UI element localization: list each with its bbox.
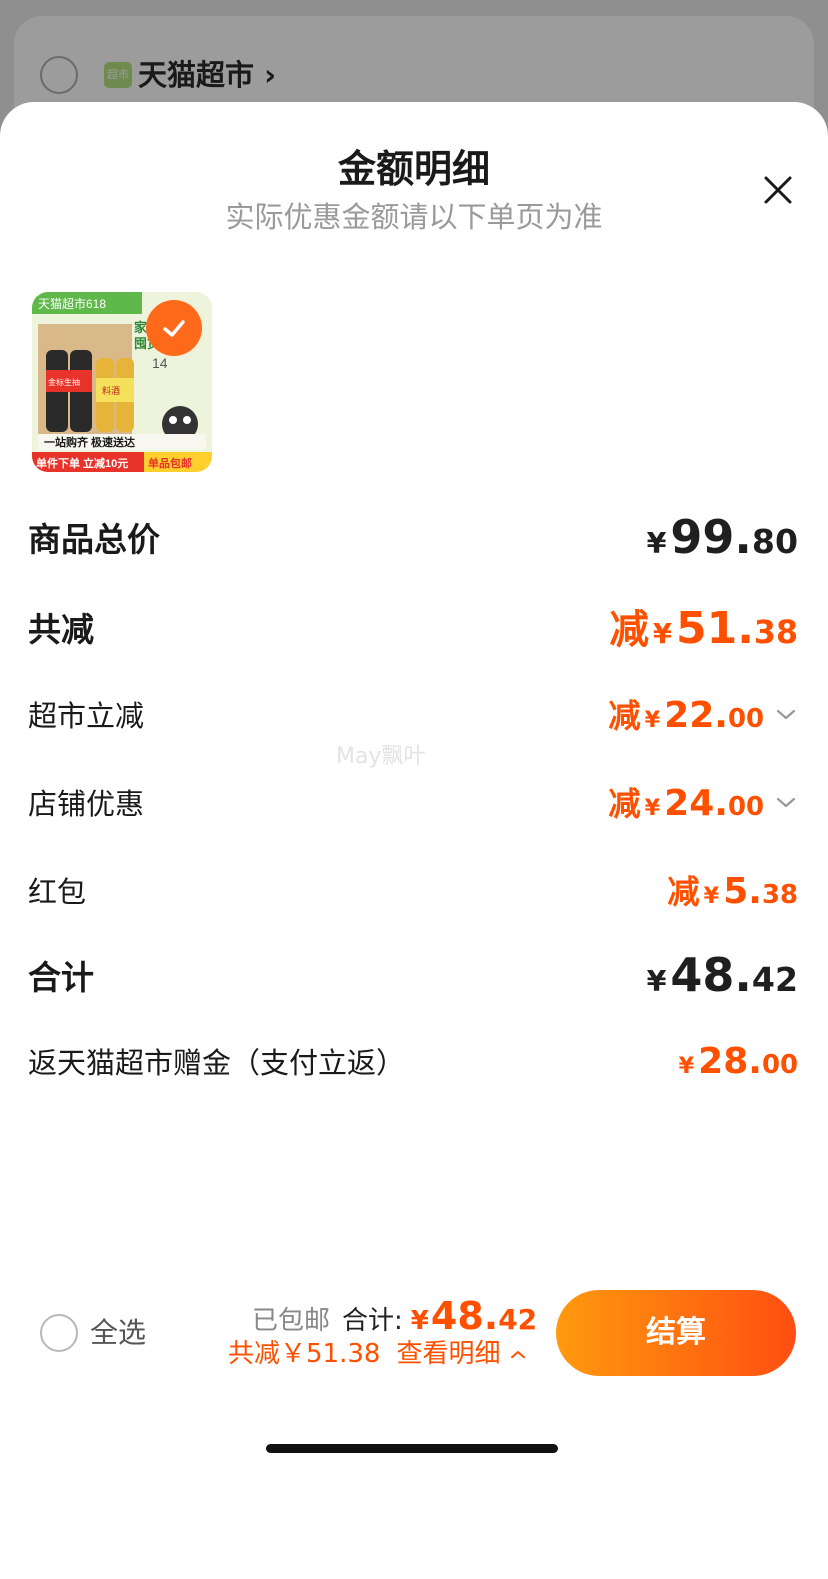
amount-decimal: 00 — [727, 704, 764, 734]
amount-integer: 24. — [664, 783, 728, 824]
currency-symbol: ¥ — [703, 883, 720, 909]
footer-discount-text: 共减￥51.38 — [228, 1339, 381, 1369]
currency-symbol: ¥ — [410, 1306, 429, 1336]
view-detail-label: 查看明细 — [396, 1339, 501, 1369]
amount-decimal: 80 — [751, 522, 798, 561]
subtotal-amount: ¥ 48. 42 — [647, 948, 798, 1002]
store-discount-amount: 减 ¥ 24. 00 — [608, 778, 798, 825]
free-shipping-label: 已包邮 — [252, 1306, 331, 1336]
amount-decimal: 00 — [727, 792, 764, 822]
thumb-label-right: 料酒 — [102, 385, 120, 396]
footer-total-amount: ¥48.42 — [411, 1294, 537, 1338]
amount-integer: 48. — [430, 1294, 499, 1338]
sheet-title: 金额明细 — [337, 147, 490, 191]
supermarket-discount-label: 超市立减 — [28, 698, 145, 733]
supermarket-icon: 超市 — [104, 62, 132, 88]
thumb-count: 14 — [152, 355, 168, 371]
page: 超市 天猫超市 › 金额明细 实际优惠金额请以下单页为准 天猫超市618 金标生… — [0, 0, 828, 1579]
amount-decimal: 38 — [753, 615, 798, 651]
total-discount-label: 共减 — [28, 609, 94, 649]
total-price-row: 商品总价 ¥ 99. 80 — [28, 510, 798, 564]
chevron-right-icon: › — [264, 58, 277, 92]
amount-decimal: 42 — [498, 1303, 538, 1336]
cashback-label: 返天猫超市赠金（支付立返） — [28, 1046, 406, 1080]
currency-symbol: ¥ — [646, 527, 667, 560]
currency-symbol: ¥ — [678, 1052, 695, 1079]
amount-integer: 22. — [664, 695, 728, 736]
subtotal-row: 合计 ¥ 48. 42 — [28, 948, 798, 1002]
supermarket-discount-row[interactable]: 超市立减 减 ¥ 22. 00 — [28, 690, 798, 737]
currency-symbol: ¥ — [652, 619, 672, 650]
currency-symbol: ¥ — [644, 795, 661, 821]
thumb-tagline: 一站购齐 极速送达 — [44, 435, 135, 449]
subtotal-label: 合计 — [28, 958, 94, 997]
amount-integer: 51. — [675, 603, 754, 654]
chevron-up-icon — [510, 1350, 525, 1358]
store-name-label: 天猫超市 — [138, 58, 255, 92]
amount-decimal: 00 — [761, 1049, 798, 1080]
amount-integer: 28. — [698, 1040, 762, 1082]
amount-integer: 99. — [670, 510, 752, 564]
amount-integer: 5. — [723, 871, 762, 912]
chevron-down-icon[interactable] — [774, 702, 798, 726]
total-price-label: 商品总价 — [28, 520, 160, 559]
watermark: May飘叶 — [336, 744, 426, 769]
currency-symbol: ¥ — [646, 965, 667, 998]
amount-decimal: 38 — [761, 880, 798, 910]
checkout-button[interactable]: 结算 — [556, 1290, 796, 1376]
total-discount-row: 共减 减 ¥ 51. 38 — [28, 598, 798, 655]
store-name[interactable]: 天猫超市 › — [138, 56, 276, 94]
footer-total: 已包邮 合计: ¥48.42 — [252, 1294, 537, 1338]
total-price-amount: ¥ 99. 80 — [647, 510, 798, 564]
red-packet-amount: 减 ¥ 5. 38 — [667, 866, 798, 913]
chevron-down-icon[interactable] — [774, 790, 798, 814]
thumb-promo-left: 单件下单 立减10元 — [36, 456, 128, 470]
footer-discount-line: 共减￥51.38 查看明细 — [228, 1336, 527, 1372]
cashback-amount: ¥ 28. 00 — [679, 1041, 798, 1082]
amount-integer: 48. — [670, 948, 752, 1002]
sheet-subtitle: 实际优惠金额请以下单页为准 — [225, 200, 603, 234]
checkmark-icon[interactable] — [146, 300, 202, 356]
discount-prefix: 减 — [667, 873, 700, 911]
thumb-banner-text: 天猫超市618 — [38, 296, 106, 311]
thumb-label-left: 金标生抽 — [48, 377, 80, 387]
home-indicator[interactable] — [266, 1444, 558, 1453]
discount-prefix: 减 — [609, 607, 649, 653]
currency-symbol: ¥ — [644, 707, 661, 733]
select-all-label[interactable]: 全选 — [90, 1314, 146, 1352]
select-all-radio[interactable] — [40, 1314, 78, 1352]
discount-prefix: 减 — [608, 785, 641, 823]
thumb-promo-right: 单品包邮 — [148, 456, 192, 470]
footer-total-label: 合计: — [342, 1306, 403, 1336]
close-icon[interactable] — [756, 168, 800, 212]
view-detail-link[interactable]: 查看明细 — [396, 1336, 526, 1372]
store-discount-row[interactable]: 店铺优惠 减 ¥ 24. 00 — [28, 778, 798, 825]
supermarket-discount-amount: 减 ¥ 22. 00 — [608, 690, 798, 737]
red-packet-row: 红包 减 ¥ 5. 38 — [28, 866, 798, 913]
total-discount-amount: 减 ¥ 51. 38 — [609, 598, 798, 655]
cashback-row: 返天猫超市赠金（支付立返） ¥ 28. 00 — [28, 1040, 798, 1082]
store-select-radio[interactable] — [40, 56, 78, 94]
amount-decimal: 42 — [751, 960, 798, 999]
discount-prefix: 减 — [608, 697, 641, 735]
store-discount-label: 店铺优惠 — [28, 786, 145, 821]
red-packet-label: 红包 — [28, 874, 87, 909]
